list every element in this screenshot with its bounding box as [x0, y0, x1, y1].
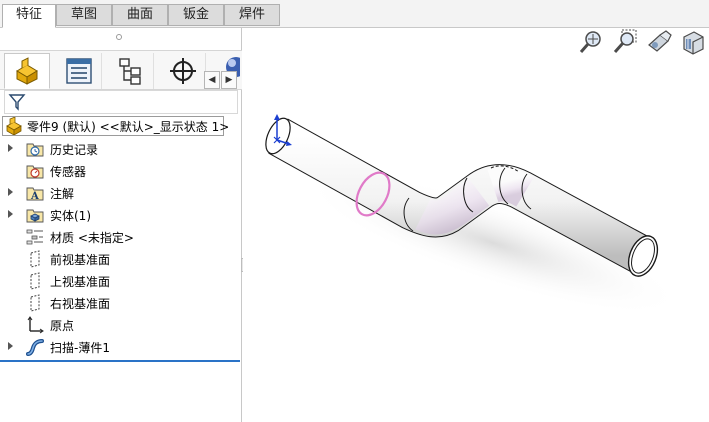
configurationmanager-tab[interactable] [108, 53, 154, 89]
dimxpert-tab[interactable] [160, 53, 206, 89]
tree-item-label: 前视基准面 [50, 253, 111, 267]
tab-features[interactable]: 特征 [2, 4, 56, 28]
origin-icon [27, 316, 44, 334]
part-root-item[interactable]: 零件9 (默认) <<默认>_显示状态 1> [2, 116, 229, 136]
plane-icon [30, 250, 40, 268]
tree-item-label: 扫描-薄件1 [50, 341, 110, 355]
configurationmanager-icon [118, 58, 141, 85]
graphics-area[interactable] [243, 28, 709, 422]
pipe-model[interactable] [243, 28, 709, 422]
material-icon [26, 229, 43, 245]
propertymanager-icon [65, 58, 92, 84]
history-icon [26, 143, 44, 157]
tree-item-sweep-thin[interactable]: 扫描-薄件1 [0, 336, 242, 358]
tab-sheet-metal[interactable]: 钣金 [168, 4, 224, 26]
tree-filter[interactable] [4, 90, 238, 114]
tree-item-origin[interactable]: 原点 [0, 314, 242, 336]
filter-icon[interactable] [8, 93, 26, 111]
feature-manager-panel: ◀ ▶ 零件9 (默认) <<默认>_显示状态 1> 历史记录 传感器 A 注解… [0, 28, 242, 422]
tree-item-right-plane[interactable]: 右视基准面 [0, 292, 242, 314]
tree-item-label: 上视基准面 [50, 275, 111, 289]
tree-item-label: 注解 [50, 187, 75, 201]
expand-arrow-icon[interactable] [8, 210, 13, 218]
tree-item-label: 实体(1) [50, 209, 91, 223]
dimxpert-icon [169, 58, 196, 84]
tree-item-material[interactable]: 材质 <未指定> [0, 226, 242, 248]
propertymanager-tab[interactable] [56, 53, 102, 89]
expand-arrow-icon[interactable] [8, 144, 13, 152]
scroll-right-button[interactable]: ▶ [221, 71, 237, 89]
tree-item-annotations[interactable]: A 注解 [0, 182, 242, 204]
panel-tab-row: ◀ ▶ [0, 50, 242, 90]
tree-item-top-plane[interactable]: 上视基准面 [0, 270, 242, 292]
featuremanager-icon [16, 57, 38, 85]
tab-weldments[interactable]: 焊件 [224, 4, 280, 26]
solid-body-icon [26, 209, 44, 223]
part-icon [6, 117, 22, 135]
tab-sketch[interactable]: 草图 [56, 4, 112, 26]
plane-icon [30, 294, 40, 312]
solidworks-window: 特征 草图 曲面 钣金 焊件 ◀ ▶ 零件9 (默认) <<默认>_显示状态 1… [0, 0, 709, 422]
annotation-icon: A [26, 187, 44, 202]
part-root-label: 零件9 (默认) <<默认>_显示状态 1> [27, 119, 230, 134]
featuremanager-tab[interactable] [4, 53, 50, 89]
tab-surfaces[interactable]: 曲面 [112, 4, 168, 26]
sweep-icon [26, 339, 44, 356]
feature-tree: 历史记录 传感器 A 注解 实体(1) 材质 <未指定> 前视基准面 上视基准面… [0, 138, 242, 362]
svg-text:A: A [30, 191, 39, 202]
plane-icon [30, 272, 40, 290]
rollback-bar[interactable] [0, 360, 240, 362]
sensor-icon [26, 165, 44, 179]
scroll-left-button[interactable]: ◀ [204, 71, 220, 89]
tree-item-label: 历史记录 [50, 143, 99, 157]
tree-item-label: 材质 <未指定> [50, 231, 134, 245]
panel-grip[interactable] [116, 34, 122, 40]
tree-item-label: 右视基准面 [50, 297, 111, 311]
command-manager-tabs: 特征 草图 曲面 钣金 焊件 [0, 0, 709, 28]
tree-item-history[interactable]: 历史记录 [0, 138, 242, 160]
tree-item-sensors[interactable]: 传感器 [0, 160, 242, 182]
expand-arrow-icon[interactable] [8, 188, 13, 196]
tree-item-label: 原点 [50, 319, 75, 333]
tree-item-solid-bodies[interactable]: 实体(1) [0, 204, 242, 226]
tree-item-front-plane[interactable]: 前视基准面 [0, 248, 242, 270]
tree-item-label: 传感器 [50, 165, 87, 179]
expand-arrow-icon[interactable] [8, 342, 13, 350]
